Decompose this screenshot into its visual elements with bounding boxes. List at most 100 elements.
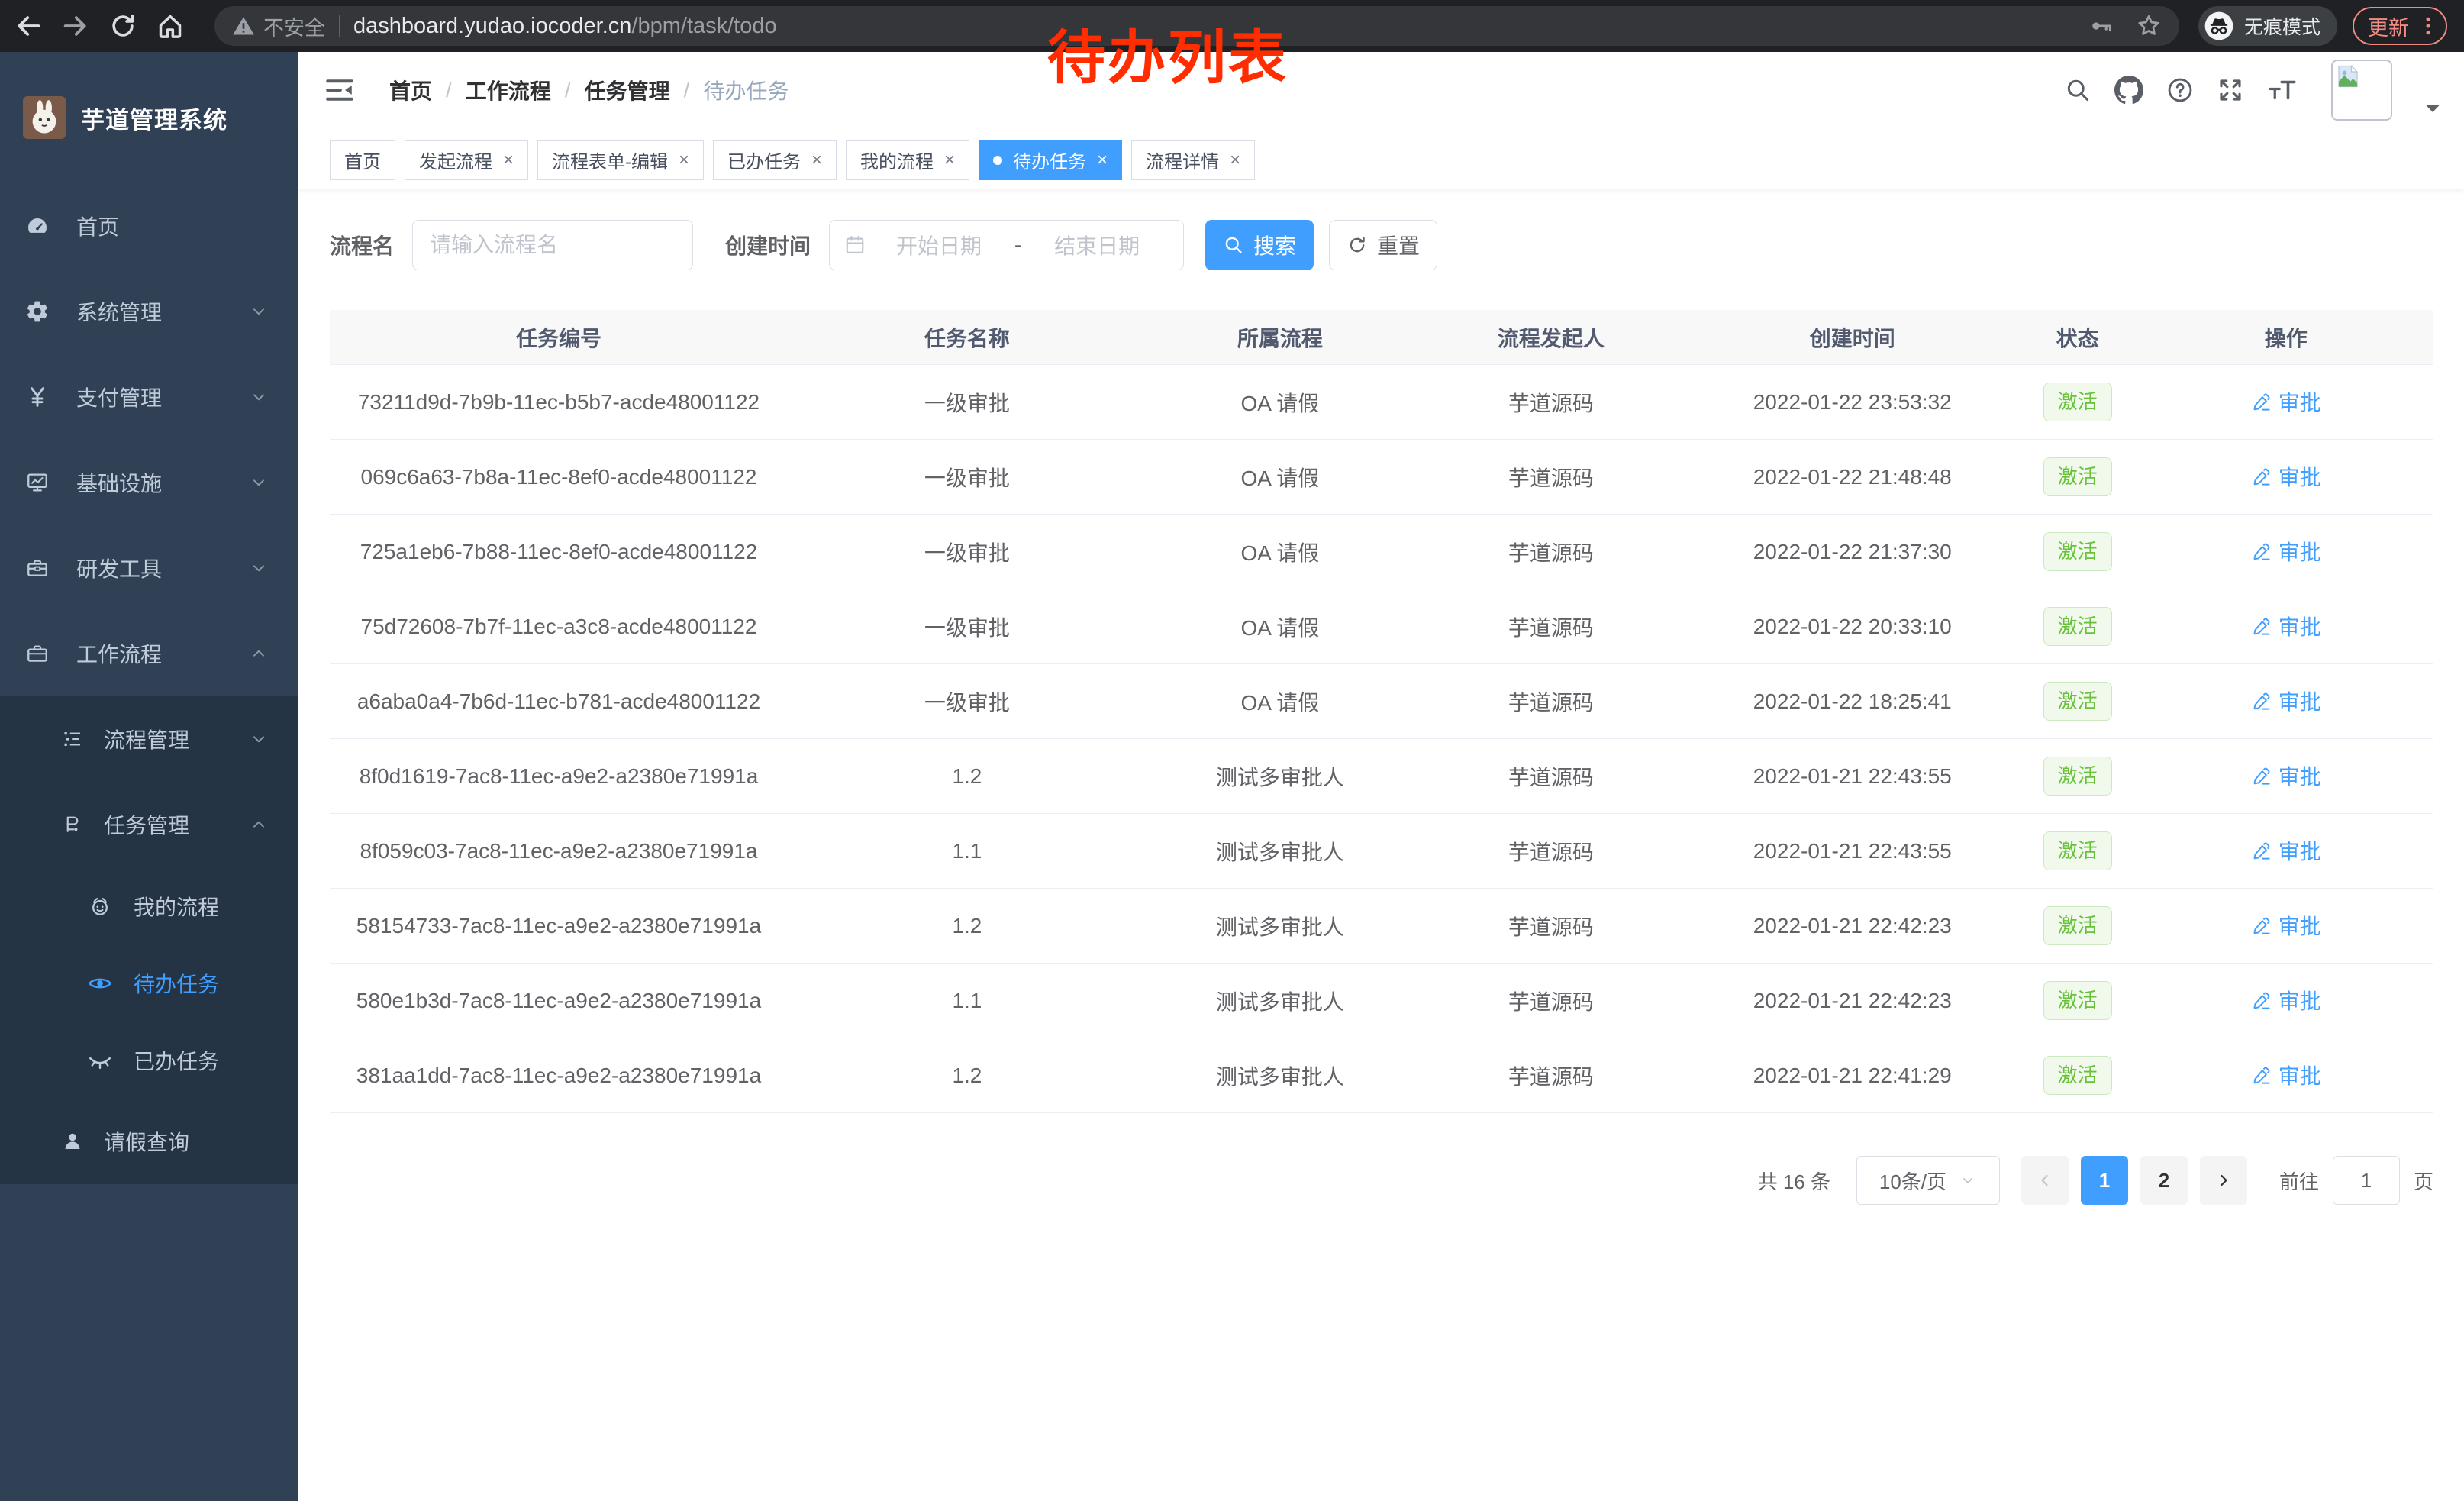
approve-link[interactable]: 审批	[2251, 1060, 2321, 1090]
dashboard-icon	[24, 213, 50, 239]
tab-my-process[interactable]: 我的流程×	[846, 140, 969, 180]
approve-link[interactable]: 审批	[2251, 536, 2321, 567]
task-name-cell: 1.1	[788, 839, 1147, 863]
sidebar-item-todo-tasks[interactable]: 待办任务	[0, 944, 298, 1022]
close-icon[interactable]: ×	[503, 150, 514, 171]
user-icon	[60, 1128, 85, 1154]
goto-page-input[interactable]	[2333, 1156, 2400, 1205]
tab-home[interactable]: 首页	[330, 140, 395, 180]
sidebar-item-task-management[interactable]: 任务管理	[0, 782, 298, 867]
help-button[interactable]	[2166, 76, 2194, 104]
starter-cell: 芋道源码	[1414, 537, 1688, 567]
approve-link[interactable]: 审批	[2251, 835, 2321, 866]
column-header-task-id: 任务编号	[330, 322, 788, 353]
browser-home-button[interactable]	[151, 7, 189, 45]
browser-menu-dots-icon[interactable]	[2417, 15, 2440, 37]
breadcrumb-home[interactable]: 首页	[389, 75, 432, 105]
yen-icon	[24, 384, 50, 410]
breadcrumb-workflow[interactable]: 工作流程	[466, 75, 551, 105]
page-button-2[interactable]: 2	[2140, 1156, 2188, 1205]
pen-edit-icon	[2251, 766, 2272, 786]
approve-link[interactable]: 审批	[2251, 611, 2321, 641]
tab-done-tasks[interactable]: 已办任务×	[713, 140, 837, 180]
page-size-select[interactable]: 10条/页	[1856, 1156, 2000, 1205]
browser-back-button[interactable]	[9, 7, 47, 45]
app-title: 芋道管理系统	[81, 101, 227, 135]
workflow-submenu: 流程管理 任务管理 我的流程 待办任务	[0, 696, 298, 1184]
prev-page-button[interactable]	[2021, 1156, 2069, 1205]
task-id-cell: 73211d9d-7b9b-11ec-b5b7-acde48001122	[330, 390, 788, 415]
status-badge: 激活	[2043, 1056, 2112, 1095]
password-key-icon[interactable]	[2089, 13, 2115, 39]
column-header-task-name: 任务名称	[788, 322, 1147, 353]
close-icon[interactable]: ×	[811, 150, 822, 171]
sidebar-item-home[interactable]: 首页	[0, 183, 298, 269]
status-cell: 激活	[2017, 682, 2139, 721]
fullscreen-button[interactable]	[2217, 76, 2244, 104]
approve-link[interactable]: 审批	[2251, 760, 2321, 791]
task-id-cell: 580e1b3d-7ac8-11ec-a9e2-a2380e71991a	[330, 989, 788, 1013]
hamburger-fold-icon	[324, 74, 356, 106]
tab-process-form-edit[interactable]: 流程表单-编辑×	[537, 140, 704, 180]
sidebar-item-my-process[interactable]: 我的流程	[0, 867, 298, 944]
page-button-1[interactable]: 1	[2081, 1156, 2128, 1205]
sidebar-item-process-management[interactable]: 流程管理	[0, 696, 298, 782]
starter-cell: 芋道源码	[1414, 836, 1688, 867]
approve-link[interactable]: 审批	[2251, 910, 2321, 941]
github-link[interactable]	[2114, 76, 2143, 105]
browser-forward-button[interactable]	[56, 7, 95, 45]
breadcrumb-current: 待办任务	[703, 75, 789, 105]
search-form: 流程名 创建时间 开始日期 - 结束日期 搜索 重置	[330, 220, 2433, 270]
header-search-button[interactable]	[2064, 76, 2091, 104]
tab-process-detail[interactable]: 流程详情×	[1131, 140, 1255, 180]
task-id-cell: 8f0d1619-7ac8-11ec-a9e2-a2380e71991a	[330, 764, 788, 789]
approve-link[interactable]: 审批	[2251, 461, 2321, 492]
sidebar-item-leave-query[interactable]: 请假查询	[0, 1099, 298, 1184]
tab-todo-tasks[interactable]: 待办任务×	[979, 140, 1122, 180]
search-button[interactable]: 搜索	[1205, 220, 1314, 270]
sidebar-item-system[interactable]: 系统管理	[0, 269, 298, 354]
sidebar-item-done-tasks[interactable]: 已办任务	[0, 1022, 298, 1099]
status-badge: 激活	[2043, 831, 2112, 870]
task-id-cell: 75d72608-7b7f-11ec-a3c8-acde48001122	[330, 615, 788, 639]
url-host: dashboard.yudao.iocoder.cn	[353, 14, 631, 39]
sidebar-item-workflow[interactable]: 工作流程	[0, 611, 298, 696]
pen-edit-icon	[2251, 392, 2272, 412]
task-name-cell: 一级审批	[788, 462, 1147, 492]
browser-update-button[interactable]: 更新	[2353, 7, 2447, 45]
browser-reload-button[interactable]	[104, 7, 142, 45]
approve-link[interactable]: 审批	[2251, 686, 2321, 716]
user-avatar[interactable]	[2331, 60, 2392, 121]
avatar-dropdown-caret[interactable]	[2424, 103, 2441, 114]
end-date-placeholder[interactable]: 结束日期	[1024, 230, 1169, 260]
close-icon[interactable]: ×	[1097, 150, 1108, 171]
approve-link[interactable]: 审批	[2251, 386, 2321, 417]
approve-link[interactable]: 审批	[2251, 985, 2321, 1015]
start-date-placeholder[interactable]: 开始日期	[866, 230, 1011, 260]
task-name-cell: 一级审批	[788, 686, 1147, 717]
close-icon[interactable]: ×	[679, 150, 689, 171]
github-icon	[2114, 76, 2143, 105]
create-time-cell: 2022-01-21 22:42:23	[1688, 914, 2017, 938]
pen-edit-icon	[2251, 915, 2272, 936]
security-label: 不安全	[263, 11, 325, 41]
sidebar-item-payment[interactable]: 支付管理	[0, 354, 298, 440]
sidebar-item-devtools[interactable]: 研发工具	[0, 525, 298, 611]
close-icon[interactable]: ×	[1230, 150, 1240, 171]
chevron-down-icon	[249, 387, 269, 407]
page-content: 流程名 创建时间 开始日期 - 结束日期 搜索 重置	[298, 189, 2464, 1501]
app-logo-row[interactable]: 芋道管理系统	[0, 52, 298, 183]
font-size-button[interactable]	[2267, 76, 2298, 104]
process-name-input[interactable]	[412, 220, 693, 270]
sidebar-item-infrastructure[interactable]: 基础设施	[0, 440, 298, 525]
reset-button[interactable]: 重置	[1329, 220, 1437, 270]
sidebar-collapse-button[interactable]	[324, 74, 356, 106]
bookmark-star-icon[interactable]	[2135, 12, 2162, 40]
tab-start-process[interactable]: 发起流程×	[405, 140, 528, 180]
status-badge: 激活	[2043, 757, 2112, 796]
close-icon[interactable]: ×	[944, 150, 955, 171]
next-page-button[interactable]	[2200, 1156, 2247, 1205]
column-header-process: 所属流程	[1147, 322, 1414, 353]
breadcrumb-task-management[interactable]: 任务管理	[585, 75, 670, 105]
date-range-picker[interactable]: 开始日期 - 结束日期	[829, 220, 1184, 270]
